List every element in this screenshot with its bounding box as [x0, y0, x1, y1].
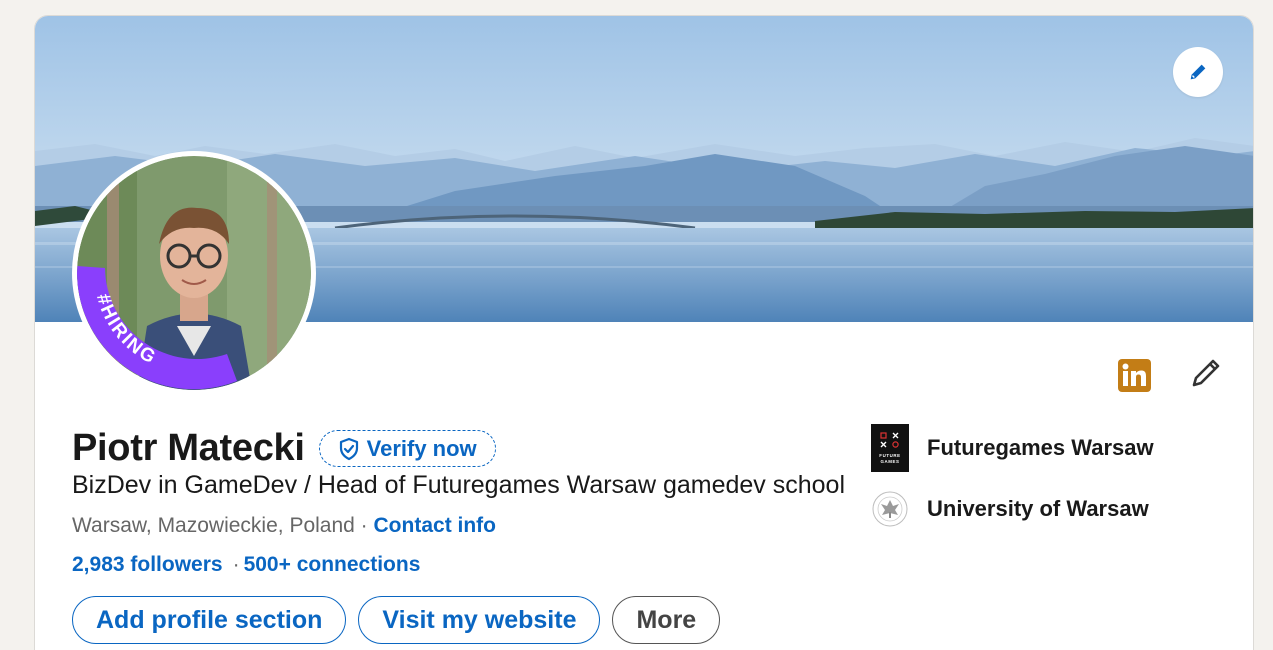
verify-now-button[interactable]: Verify now	[318, 430, 496, 467]
profile-headline: BizDev in GameDev / Head of Futuregames …	[72, 471, 846, 499]
svg-text:FUTURE: FUTURE	[879, 453, 900, 458]
org-futuregames[interactable]: FUTURE GAMES Futuregames Warsaw	[871, 424, 1154, 472]
contact-info-link[interactable]: Contact info	[374, 514, 496, 537]
org-name: Futuregames Warsaw	[927, 435, 1154, 460]
location-line: Warsaw, Mazowieckie, Poland · Contact in…	[72, 514, 496, 538]
linkedin-icon[interactable]	[1118, 359, 1151, 392]
organizations-list: FUTURE GAMES Futuregames Warsaw Universi…	[871, 424, 1154, 546]
avatar-photo: #HIRING	[77, 156, 311, 390]
visit-website-button[interactable]: Visit my website	[358, 596, 601, 644]
verify-now-label: Verify now	[366, 435, 477, 461]
edit-intro-button[interactable]	[1189, 356, 1223, 395]
intro-toolbar	[1118, 356, 1223, 395]
pencil-icon	[1190, 64, 1206, 80]
name-row: Piotr Matecki Verify now	[72, 427, 496, 470]
shield-check-icon	[339, 437, 358, 460]
connections-link[interactable]: 500+ connections	[244, 553, 421, 576]
futuregames-logo-icon: FUTURE GAMES	[871, 424, 909, 472]
org-name: University of Warsaw	[927, 496, 1149, 521]
network-stats: 2,983 followers · 500+ connections	[72, 553, 420, 577]
location-text: Warsaw, Mazowieckie, Poland	[72, 514, 355, 537]
profile-card: #HIRING Piotr Matecki Verify now BizDev …	[34, 15, 1254, 650]
more-button[interactable]: More	[612, 596, 721, 644]
org-university-of-warsaw[interactable]: University of Warsaw	[871, 485, 1154, 533]
university-seal-icon	[871, 485, 909, 533]
stats-separator: ·	[232, 553, 240, 576]
profile-actions: Add profile section Visit my website Mor…	[72, 596, 721, 644]
profile-name: Piotr Matecki	[72, 427, 305, 469]
profile-avatar[interactable]: #HIRING	[72, 151, 316, 395]
edit-banner-button[interactable]	[1173, 47, 1223, 97]
location-separator: ·	[354, 514, 374, 537]
followers-link[interactable]: 2,983 followers	[72, 553, 223, 576]
svg-text:GAMES: GAMES	[880, 459, 899, 464]
pencil-icon	[1192, 359, 1220, 387]
add-profile-section-button[interactable]: Add profile section	[72, 596, 347, 644]
